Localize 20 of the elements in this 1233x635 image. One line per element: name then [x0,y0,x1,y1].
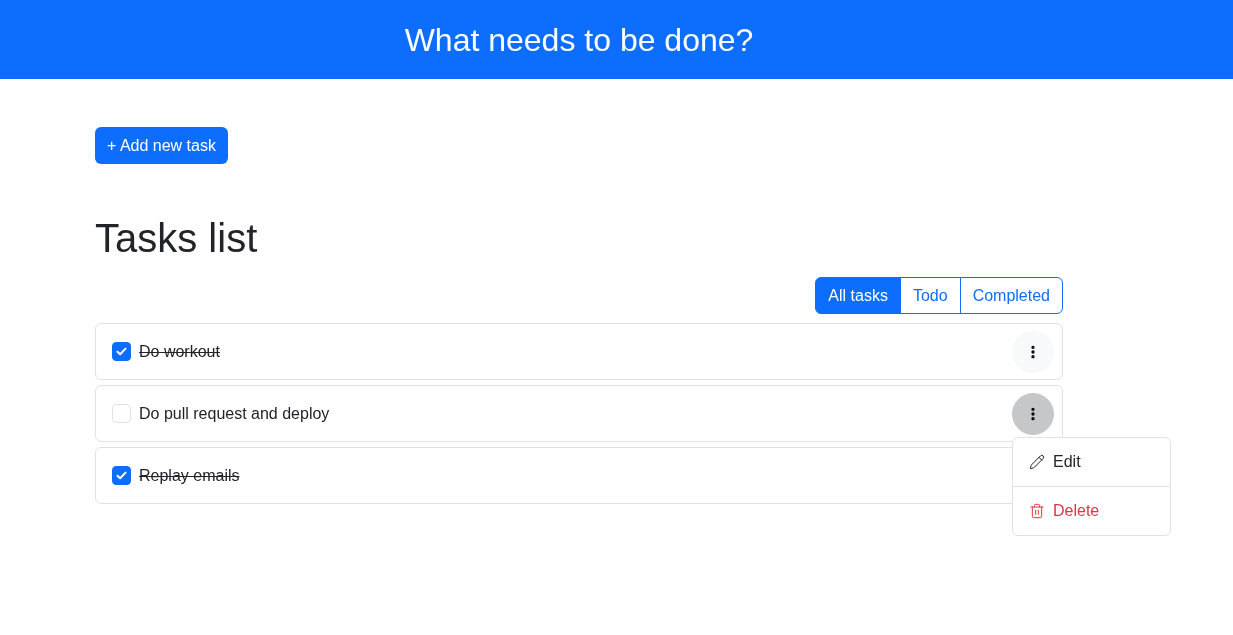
filter-tab[interactable]: Todo [899,277,961,314]
checked-checkbox[interactable] [112,342,131,361]
task-title: Replay emails [139,465,240,486]
trash-icon [1029,502,1045,519]
more-options-button[interactable] [1012,392,1054,435]
add-task-button[interactable]: + Add new task [95,127,228,164]
checked-checkbox[interactable] [112,466,131,485]
filter-tab[interactable]: Completed [959,277,1063,314]
task-title: Do workout [139,341,220,362]
header-title: What needs to be done? [404,20,754,60]
edit-menu-item[interactable]: Edit [1013,437,1170,486]
filter-tab[interactable]: All tasks [815,277,901,314]
pencil-icon [1029,453,1045,470]
delete-menu-item[interactable]: Delete [1013,486,1170,535]
checkbox[interactable] [112,404,131,423]
tasks-heading: Tasks list [95,215,259,262]
check-icon [116,347,127,356]
more-options-button[interactable] [1012,330,1054,373]
task-title: Do pull request and deploy [139,403,330,424]
check-icon [116,471,127,480]
